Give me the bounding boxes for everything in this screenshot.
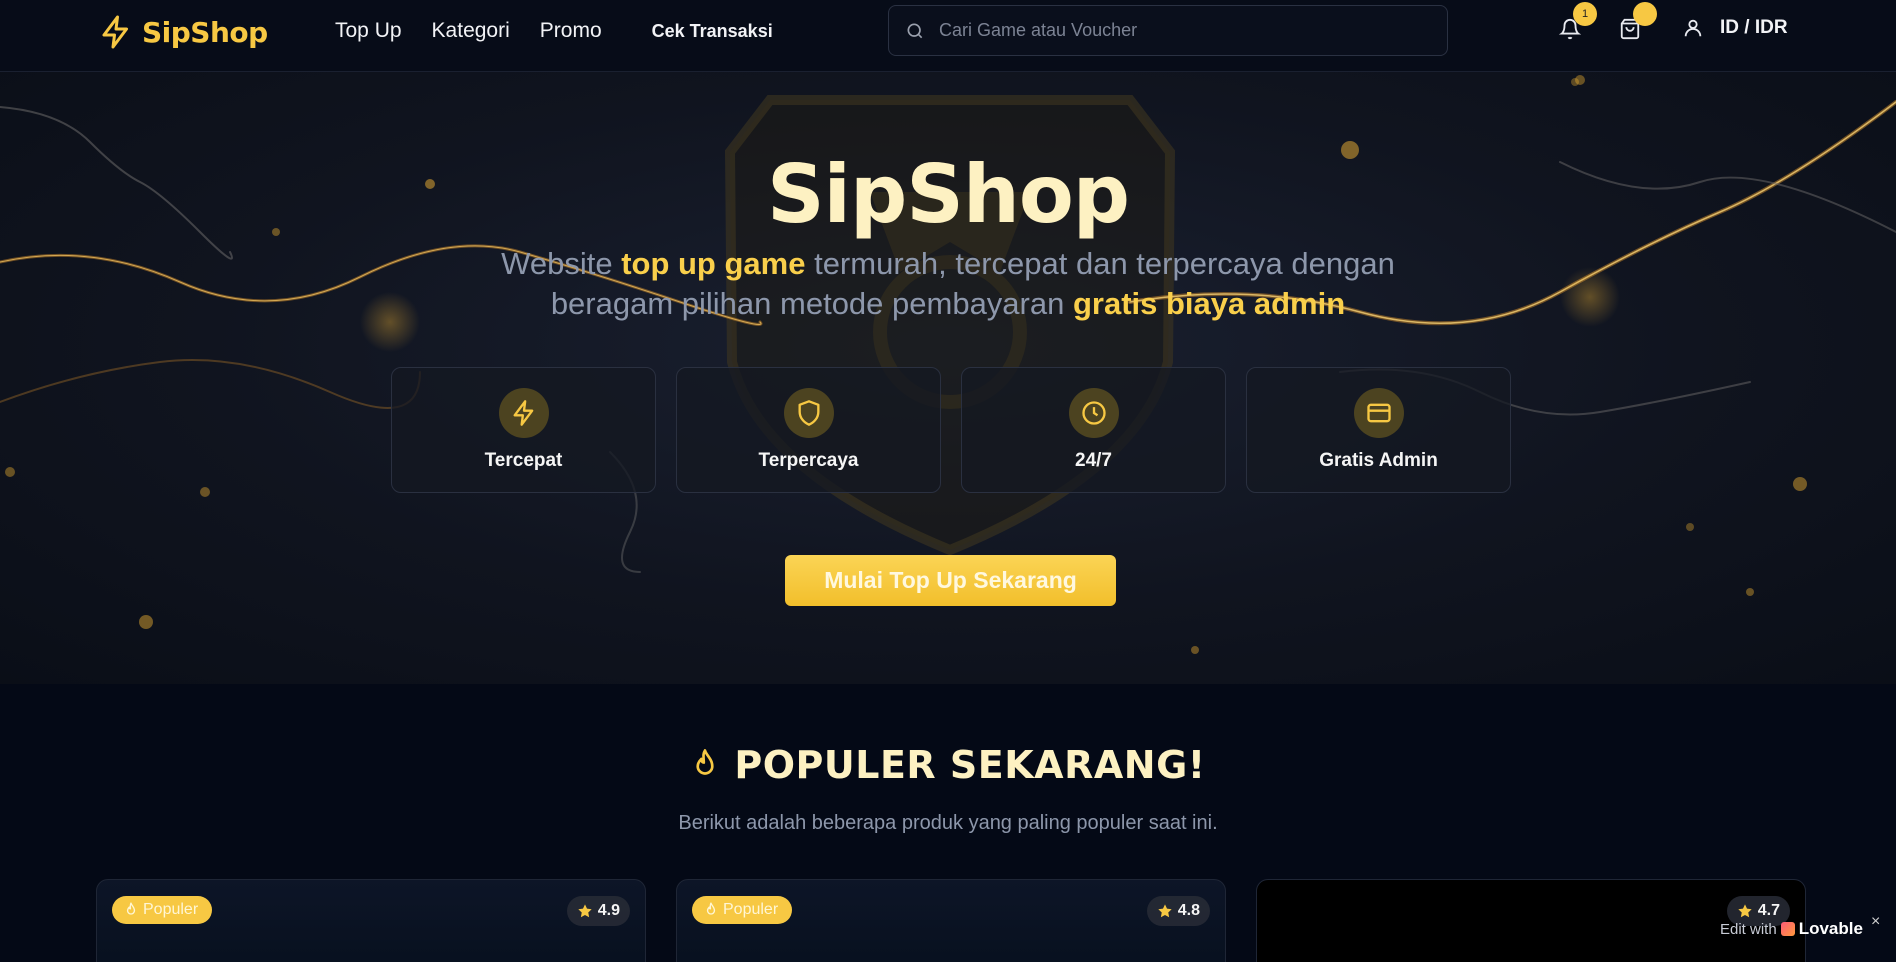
lightning-icon xyxy=(498,388,549,438)
rating-value: 4.9 xyxy=(597,902,620,919)
account-button[interactable]: ID / IDR xyxy=(1682,17,1788,39)
lovable-heart-icon xyxy=(1780,922,1795,936)
hero-subtitle-part-1: Website xyxy=(501,246,622,281)
nav-link-top-up[interactable]: Top Up xyxy=(335,19,402,43)
lovable-prefix: Edit with xyxy=(1720,920,1777,938)
feature-card-24-7: 24/7 xyxy=(961,367,1226,493)
popular-badge: Populer xyxy=(692,896,793,924)
star-icon xyxy=(1738,904,1752,918)
hero-subtitle-highlight-1: top up game xyxy=(621,246,806,281)
notifications-badge: 1 xyxy=(1573,2,1597,26)
account-label: ID / IDR xyxy=(1720,17,1788,38)
feature-card-gratis-admin: Gratis Admin xyxy=(1246,367,1511,493)
popular-badge-label: Populer xyxy=(143,901,199,918)
popular-product-list: Populer 4.9 Populer 4.8 4.7 xyxy=(96,879,1806,962)
rating-value: 4.7 xyxy=(1757,902,1780,919)
star-icon xyxy=(1158,904,1172,918)
clock-icon xyxy=(1068,388,1119,438)
rating-badge: 4.9 xyxy=(566,896,630,926)
close-icon[interactable]: × xyxy=(1871,913,1880,931)
nav-links: Top Up Kategori Promo Cek Transaksi xyxy=(335,0,773,62)
brand-name: SipShop xyxy=(142,15,268,49)
cart-button[interactable] xyxy=(1619,2,1657,44)
popular-section-title: POPULER SEKARANG! xyxy=(0,743,1896,787)
flame-icon xyxy=(696,749,715,775)
search-icon xyxy=(907,23,923,38)
user-icon xyxy=(1684,19,1702,37)
feature-label: 24/7 xyxy=(1075,450,1112,471)
cart-badge xyxy=(1633,2,1657,26)
brand-logo[interactable]: SipShop xyxy=(98,12,268,52)
notifications-button[interactable]: 1 xyxy=(1558,2,1597,44)
hero-title: SipShop xyxy=(766,148,1130,241)
feature-list: Tercepat Terpercaya 24/7 Gratis Admin xyxy=(391,367,1511,493)
hero-subtitle-highlight-2: gratis biaya admin xyxy=(1072,286,1346,321)
product-card[interactable]: Populer 4.8 xyxy=(676,879,1226,962)
popular-subtitle: Berikut adalah beberapa produk yang pali… xyxy=(678,812,1218,834)
rating-value: 4.8 xyxy=(1177,902,1200,919)
feature-label: Terpercaya xyxy=(758,450,859,471)
star-icon xyxy=(578,904,592,918)
credit-card-icon xyxy=(1353,388,1404,438)
search-input[interactable] xyxy=(939,20,1419,41)
lightning-logo-icon xyxy=(102,15,128,49)
feature-card-tercepat: Tercepat xyxy=(391,367,656,493)
product-card[interactable]: Populer 4.9 xyxy=(96,879,646,962)
feature-label: Tercepat xyxy=(484,450,563,471)
hero-section: SipShop Website top up game termurah, te… xyxy=(0,72,1896,684)
hero-subtitle: Website top up game termurah, tercepat d… xyxy=(448,244,1448,324)
feature-label: Gratis Admin xyxy=(1319,450,1438,471)
rating-badge: 4.8 xyxy=(1146,896,1210,926)
feature-card-terpercaya: Terpercaya xyxy=(676,367,941,493)
shield-icon xyxy=(783,388,834,438)
nav-link-cek-transaksi[interactable]: Cek Transaksi xyxy=(652,21,773,42)
popular-title-text: POPULER SEKARANG! xyxy=(734,743,1206,787)
popular-badge-label: Populer xyxy=(723,901,779,918)
navbar: SipShop Top Up Kategori Promo Cek Transa… xyxy=(0,0,1896,72)
popular-badge: Populer xyxy=(112,896,213,924)
nav-link-kategori[interactable]: Kategori xyxy=(432,19,510,43)
start-top-up-button[interactable]: Mulai Top Up Sekarang xyxy=(785,555,1116,606)
flame-icon xyxy=(126,902,136,915)
lovable-brand: Lovable xyxy=(1798,919,1863,938)
search-box[interactable] xyxy=(888,5,1448,56)
nav-link-promo[interactable]: Promo xyxy=(540,19,602,43)
edit-with-lovable-badge[interactable]: Edit with Lovable xyxy=(1720,919,1863,939)
flame-icon xyxy=(706,902,716,915)
